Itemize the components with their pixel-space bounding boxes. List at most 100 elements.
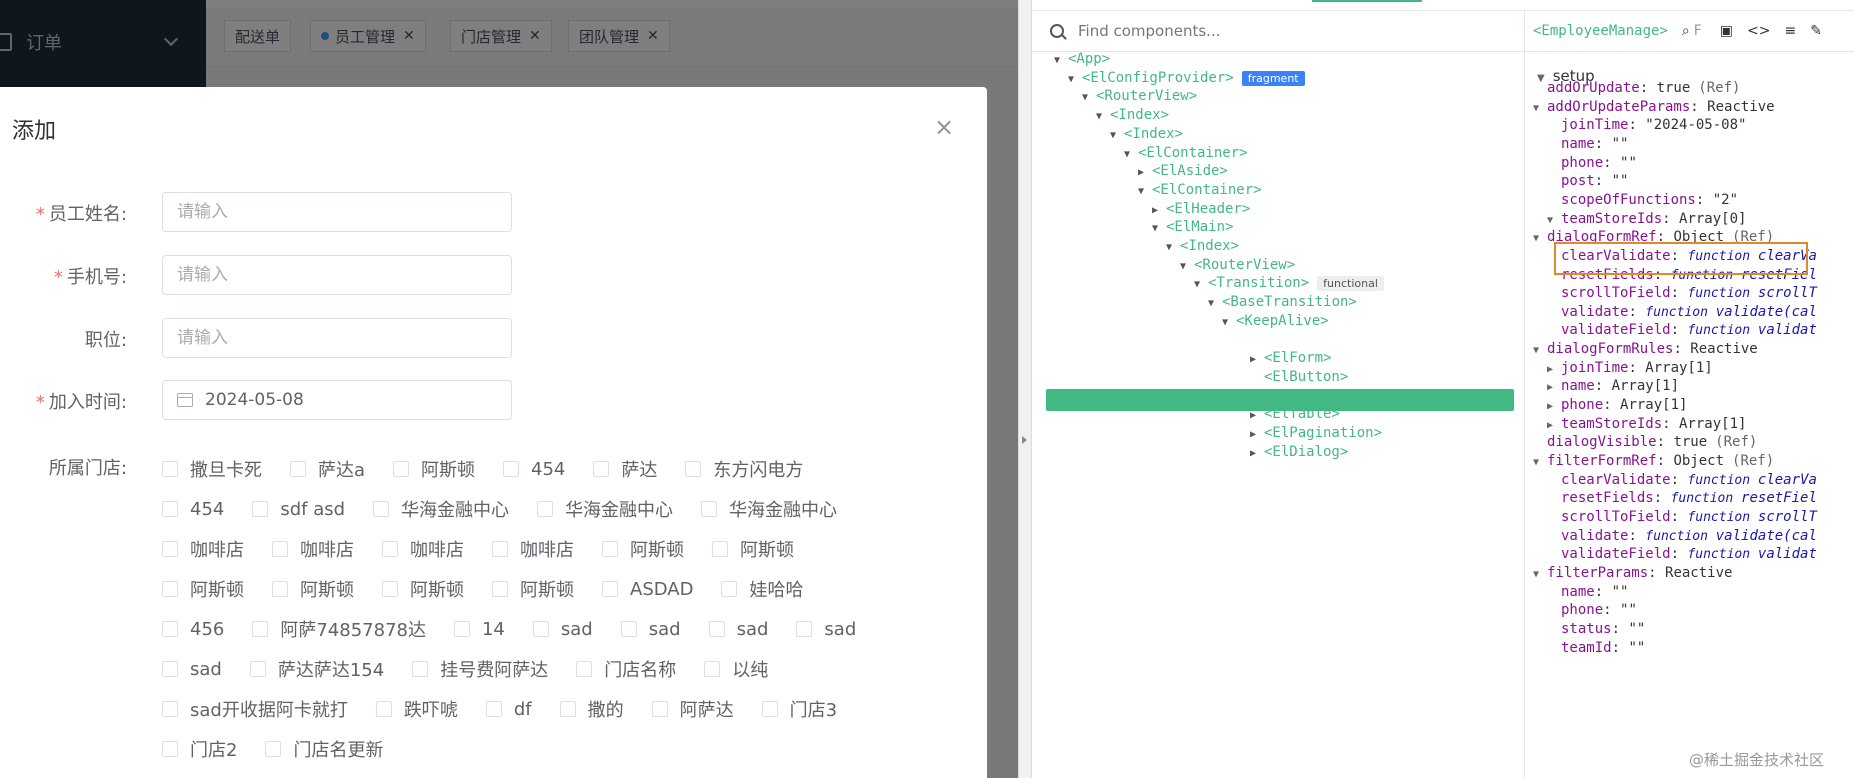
store-checkbox[interactable]: 咖啡店 — [382, 536, 464, 562]
checkbox-icon[interactable] — [162, 501, 178, 517]
checkbox-icon[interactable] — [651, 701, 668, 717]
store-checkbox[interactable]: 14 — [453, 619, 505, 640]
find-components-input[interactable] — [1076, 21, 1480, 41]
checkbox-icon[interactable] — [290, 461, 306, 477]
expanded-arrow-icon[interactable]: ▼ — [1194, 274, 1208, 296]
checkbox-icon[interactable] — [252, 501, 269, 517]
checkbox-icon[interactable] — [272, 541, 288, 557]
checkbox-icon[interactable] — [708, 621, 725, 637]
store-checkbox[interactable]: 阿斯顿 — [712, 536, 794, 562]
store-checkbox[interactable]: 萨达萨达154 — [249, 656, 384, 682]
store-checkbox[interactable]: 华海金融中心 — [701, 496, 837, 522]
checkbox-icon[interactable] — [375, 701, 392, 717]
checkbox-icon[interactable] — [492, 541, 508, 557]
tree-node[interactable]: ▶ <ElDialog> — [1250, 441, 1348, 463]
expanded-arrow-icon[interactable]: ▼ — [1152, 218, 1166, 240]
checkbox-icon[interactable] — [249, 661, 266, 677]
checkbox-icon[interactable] — [620, 621, 637, 637]
collapsed-arrow-icon[interactable]: ▶ — [1250, 443, 1264, 465]
checkbox-icon[interactable] — [537, 501, 554, 517]
checkbox-icon[interactable] — [162, 661, 178, 677]
store-checkbox[interactable]: 456 — [162, 619, 224, 640]
checkbox-icon[interactable] — [602, 581, 618, 597]
store-checkbox[interactable]: sad — [162, 659, 222, 680]
checkbox-icon[interactable] — [252, 621, 269, 637]
checkbox-icon[interactable] — [382, 581, 398, 597]
checkbox-icon[interactable] — [412, 661, 429, 677]
store-checkbox[interactable]: 撒的 — [559, 696, 624, 722]
checkbox-icon[interactable] — [162, 621, 178, 637]
checkbox-icon[interactable] — [272, 581, 288, 597]
checkbox-icon[interactable] — [559, 701, 576, 717]
checkbox-icon[interactable] — [162, 581, 178, 597]
checkbox-icon[interactable] — [373, 501, 390, 517]
checkbox-icon[interactable] — [701, 501, 718, 517]
edit-icon[interactable]: ✎ — [1810, 23, 1822, 39]
join-time-date-picker[interactable]: 2024-05-08 — [162, 380, 512, 420]
store-checkbox[interactable]: 萨达 — [593, 456, 657, 482]
expanded-arrow-icon[interactable]: ▼ — [1533, 98, 1547, 120]
checkbox-icon[interactable] — [485, 701, 502, 717]
checkbox-icon[interactable] — [712, 541, 728, 557]
store-checkbox[interactable]: 门店2 — [162, 736, 237, 762]
search-icon[interactable]: ⌕ — [1682, 23, 1690, 39]
store-checkbox[interactable]: 阿斯顿 — [272, 576, 354, 602]
store-checkbox[interactable]: 阿斯顿 — [492, 576, 574, 602]
employee-name-input[interactable] — [162, 192, 512, 232]
checkbox-icon[interactable] — [576, 661, 593, 677]
store-checkbox[interactable]: sad开收据阿卡就打 — [162, 696, 348, 722]
store-checkbox[interactable]: sad — [620, 619, 681, 640]
expanded-arrow-icon[interactable]: ▼ — [1222, 312, 1236, 334]
close-icon[interactable]: × — [934, 113, 954, 141]
checkbox-icon[interactable] — [685, 461, 702, 477]
store-checkbox[interactable]: 撒旦卡死 — [162, 456, 262, 482]
store-checkbox[interactable]: 454 — [162, 499, 224, 520]
expanded-arrow-icon[interactable]: ▼ — [1533, 452, 1547, 474]
store-checkbox[interactable]: 阿萨74857878达 — [252, 616, 426, 642]
checkbox-icon[interactable] — [162, 461, 178, 477]
phone-input[interactable] — [162, 255, 512, 295]
store-checkbox[interactable]: 门店名称 — [576, 656, 676, 682]
state-prop[interactable]: teamId: "" — [1547, 637, 1645, 659]
checkbox-icon[interactable] — [265, 741, 282, 757]
store-checkbox[interactable]: 咖啡店 — [272, 536, 354, 562]
checkbox-icon[interactable] — [593, 461, 610, 477]
store-checkbox[interactable]: sad — [708, 619, 768, 640]
store-checkbox[interactable]: 门店名更新 — [265, 736, 383, 762]
expanded-arrow-icon[interactable]: ▼ — [1236, 331, 1250, 353]
checkbox-icon[interactable] — [704, 661, 721, 677]
checkbox-icon[interactable] — [492, 581, 508, 597]
expanded-arrow-icon[interactable]: ▼ — [1068, 69, 1082, 91]
expanded-arrow-icon[interactable]: ▼ — [1110, 125, 1124, 147]
checkbox-icon[interactable] — [503, 461, 520, 477]
code-icon[interactable]: <> — [1747, 23, 1770, 39]
store-checkbox[interactable]: 萨达a — [290, 456, 365, 482]
store-checkbox[interactable]: 华海金融中心 — [373, 496, 509, 522]
post-input[interactable] — [162, 318, 512, 358]
store-checkbox[interactable]: 咖啡店 — [162, 536, 244, 562]
store-checkbox[interactable]: 挂号费阿萨达 — [412, 656, 548, 682]
checkbox-icon[interactable] — [382, 541, 398, 557]
store-checkbox[interactable]: 阿斯顿 — [382, 576, 464, 602]
store-checkbox[interactable]: 阿斯顿 — [393, 456, 475, 482]
checkbox-icon[interactable] — [162, 541, 178, 557]
expanded-arrow-icon[interactable]: ▼ — [1124, 144, 1138, 166]
store-checkbox[interactable]: 咖啡店 — [492, 536, 574, 562]
checkbox-icon[interactable] — [162, 701, 178, 717]
checkbox-icon[interactable] — [162, 741, 178, 757]
checkbox-icon[interactable] — [796, 621, 813, 637]
checkbox-icon[interactable] — [602, 541, 618, 557]
store-checkbox[interactable]: 东方闪电方 — [685, 456, 803, 482]
store-checkbox[interactable]: sad — [532, 619, 593, 640]
checkbox-icon[interactable] — [453, 621, 470, 637]
store-checkbox[interactable]: 454 — [503, 459, 565, 480]
store-checkbox[interactable]: 阿斯顿 — [162, 576, 244, 602]
store-checkbox[interactable]: 阿萨达 — [651, 696, 734, 722]
expanded-arrow-icon[interactable]: ▼ — [1180, 256, 1194, 278]
expanded-arrow-icon[interactable]: ▼ — [1208, 293, 1222, 315]
pane-splitter[interactable] — [1018, 0, 1032, 778]
store-checkbox[interactable]: df — [485, 699, 532, 720]
expanded-arrow-icon[interactable]: ▼ — [1166, 237, 1180, 259]
expanded-arrow-icon[interactable]: ▼ — [1533, 340, 1547, 362]
expanded-arrow-icon[interactable]: ▼ — [1533, 228, 1547, 250]
